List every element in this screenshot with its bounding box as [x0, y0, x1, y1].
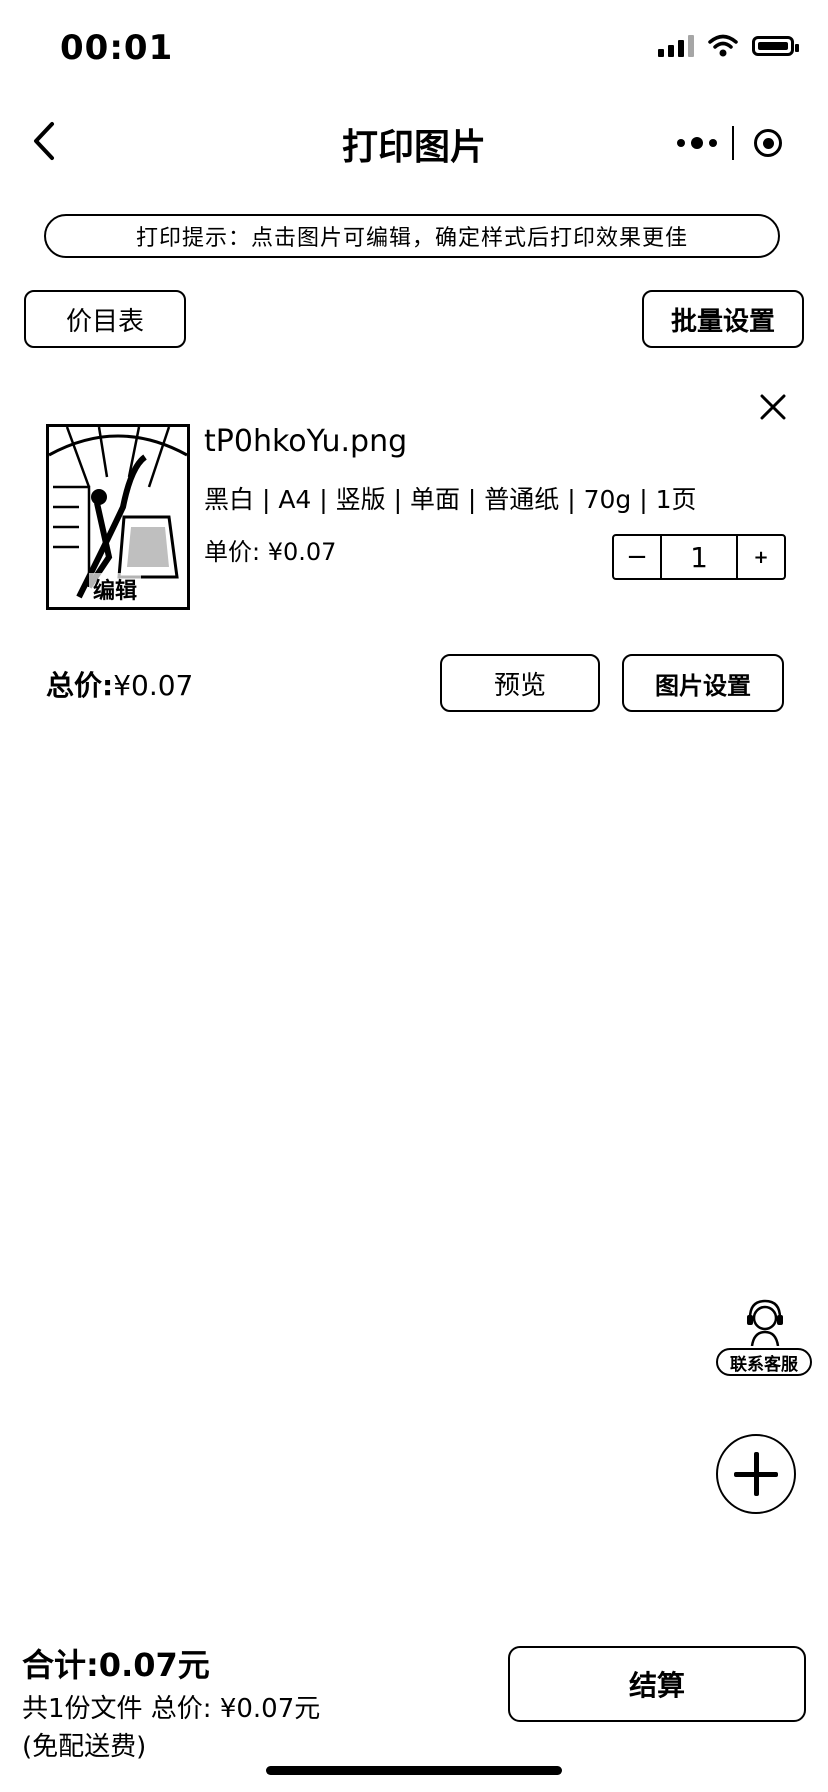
item-total-label: 总价:	[46, 669, 114, 702]
more-menu-button[interactable]	[662, 116, 732, 170]
edit-label[interactable]: 编辑	[89, 573, 142, 605]
customer-service-button[interactable]: 联系客服	[716, 1296, 816, 1390]
increase-quantity-button[interactable]: +	[738, 536, 784, 578]
wifi-icon	[708, 34, 738, 57]
file-name: tP0hkoYu.png	[204, 424, 408, 459]
image-settings-button[interactable]: 图片设置	[622, 654, 784, 712]
grand-total: 合计:0.07元	[22, 1646, 210, 1684]
print-spec[interactable]: 黑白 | A4 | 竖版 | 单面 | 普通纸 | 70g | 1页	[204, 480, 697, 516]
decrease-quantity-button[interactable]: −	[614, 536, 662, 578]
item-total-value: ¥0.07	[113, 669, 194, 702]
quantity-stepper: − 1 +	[612, 534, 786, 580]
customer-service-label: 联系客服	[716, 1348, 812, 1376]
close-icon	[760, 394, 786, 420]
status-icons	[658, 34, 799, 58]
preview-button[interactable]: 预览	[440, 654, 600, 712]
home-indicator	[266, 1766, 562, 1775]
unit-price: 单价: ¥0.07	[204, 538, 337, 566]
cellular-signal-icon	[658, 35, 694, 57]
print-tip-banner: 打印提示：点击图片可编辑，确定样式后打印效果更佳	[44, 214, 780, 258]
battery-icon	[752, 36, 799, 56]
shipping-note: (免配送费)	[22, 1732, 147, 1762]
plus-icon-vertical	[754, 1452, 759, 1496]
target-icon	[754, 129, 782, 157]
batch-settings-button[interactable]: 批量设置	[642, 290, 804, 348]
remove-file-button[interactable]	[756, 390, 790, 424]
customer-service-icon	[747, 1299, 783, 1346]
order-summary: 共1份文件 总价: ¥0.07元	[22, 1694, 321, 1724]
item-total: 总价:¥0.07	[46, 664, 193, 704]
quantity-value[interactable]: 1	[662, 536, 738, 578]
image-thumbnail[interactable]: 编辑	[46, 424, 190, 610]
close-mini-program-button[interactable]	[734, 116, 802, 170]
price-table-button[interactable]: 价目表	[24, 290, 186, 348]
status-time: 00:01	[60, 28, 174, 68]
mini-program-capsule	[662, 116, 802, 170]
checkout-button[interactable]: 结算	[508, 1646, 806, 1722]
add-file-button[interactable]	[716, 1434, 796, 1514]
